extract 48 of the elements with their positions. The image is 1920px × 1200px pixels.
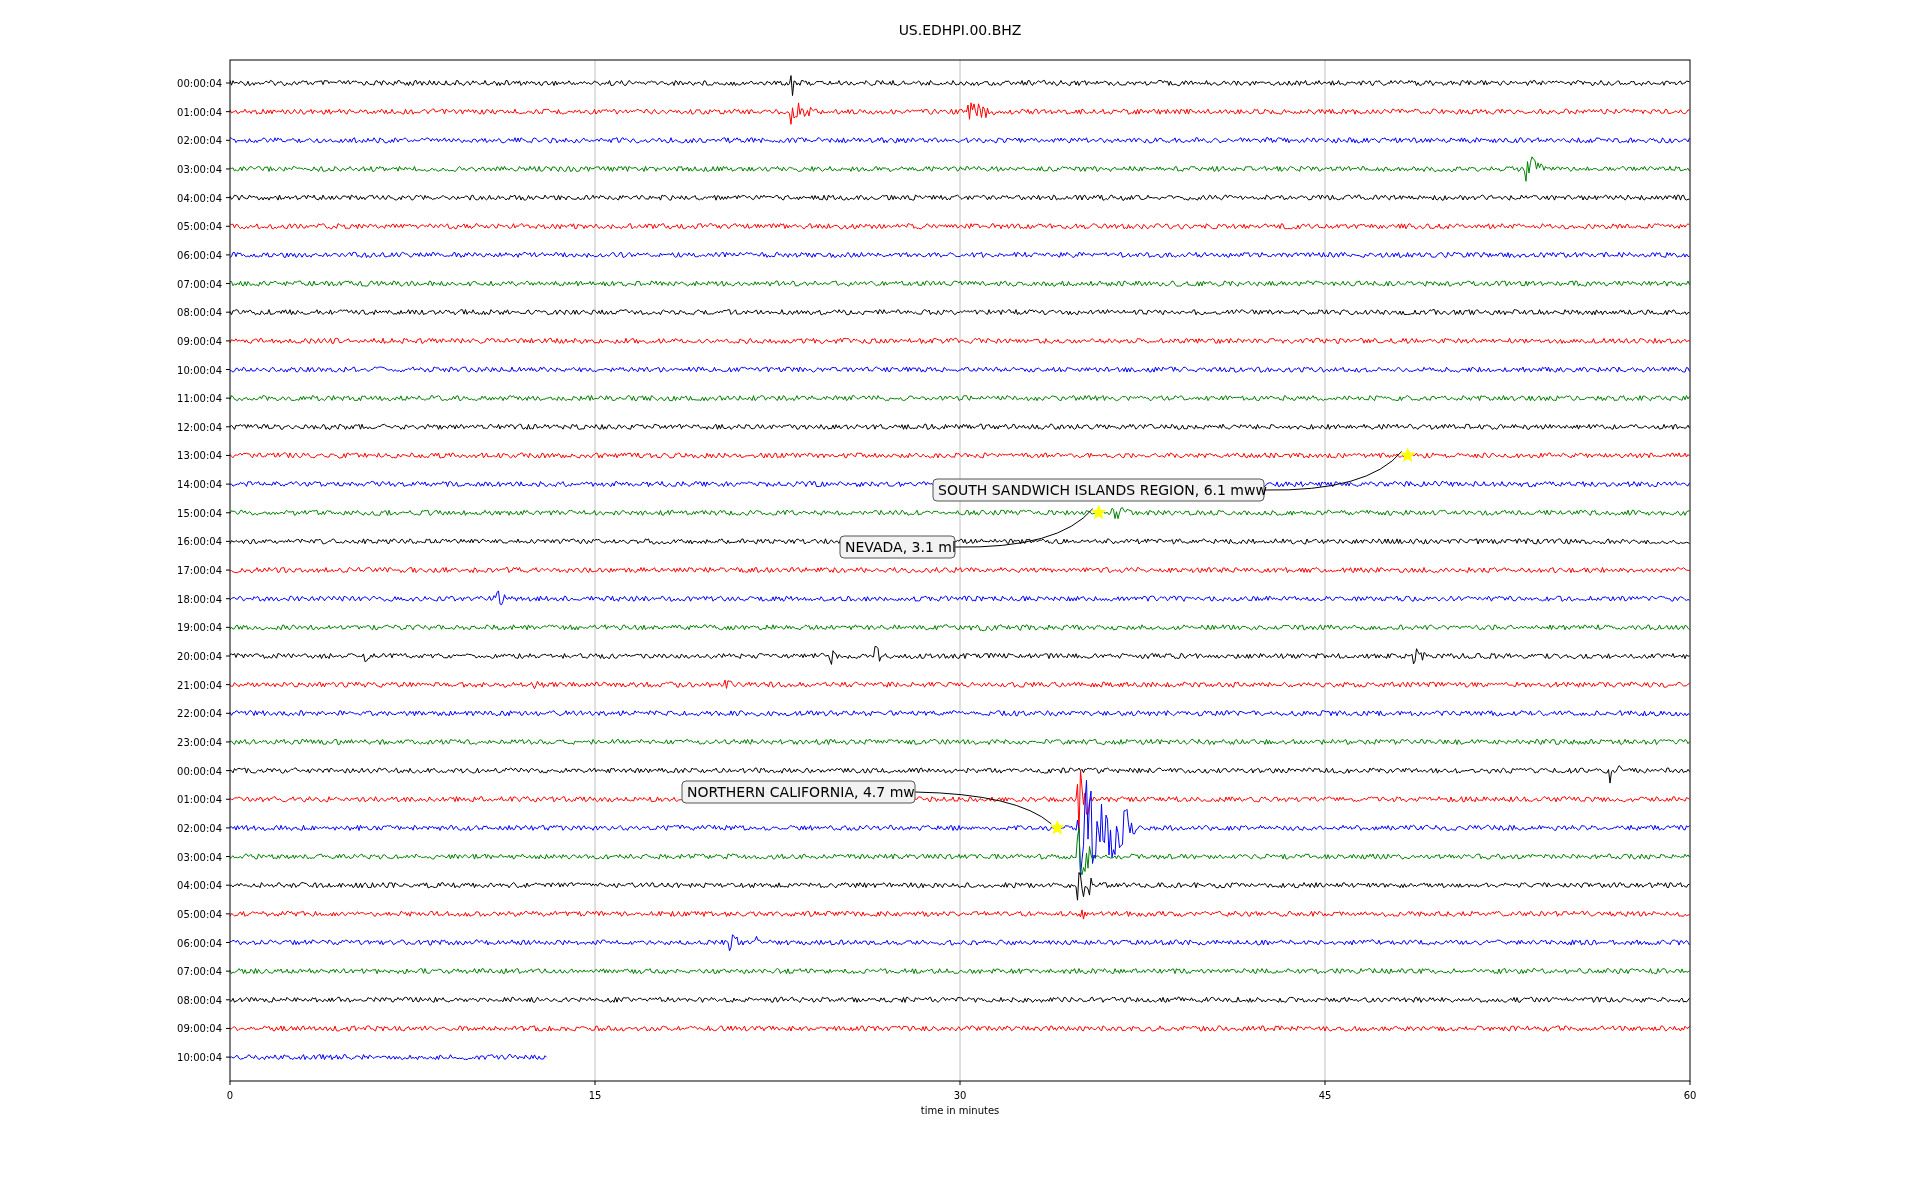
time-label: 03:00:04 [177, 163, 222, 175]
time-label: 04:00:04 [177, 192, 222, 204]
time-label: 04:00:04 [177, 880, 222, 892]
time-label: 01:00:04 [177, 794, 222, 806]
time-label: 19:00:04 [177, 622, 222, 634]
time-label: 07:00:04 [177, 966, 222, 978]
time-label: 01:00:04 [177, 106, 222, 118]
axis-tick-label: 15 [588, 1090, 602, 1101]
time-label: 08:00:04 [177, 994, 222, 1006]
time-label: 05:00:04 [177, 908, 222, 920]
annotation-label: NORTHERN CALIFORNIA, 4.7 mw [681, 780, 916, 804]
star-icon [1091, 504, 1107, 520]
axis-tick-label: 30 [953, 1090, 967, 1101]
time-label: 02:00:04 [177, 135, 222, 147]
time-label: 02:00:04 [177, 822, 222, 834]
axis-tick-label: 60 [1683, 1090, 1697, 1101]
time-label: 15:00:04 [177, 507, 222, 519]
time-label: 10:00:04 [177, 1052, 222, 1064]
time-label: 08:00:04 [177, 307, 222, 319]
time-label: 03:00:04 [177, 851, 222, 863]
annotation-label: SOUTH SANDWICH ISLANDS REGION, 6.1 mww [932, 478, 1267, 502]
time-label: 17:00:04 [177, 565, 222, 577]
time-label: 22:00:04 [177, 708, 222, 720]
time-label: 10:00:04 [177, 364, 222, 376]
time-label: 05:00:04 [177, 221, 222, 233]
time-label: 16:00:04 [177, 536, 222, 548]
time-label: 20:00:04 [177, 651, 222, 662]
time-label: 06:00:04 [177, 249, 222, 261]
time-label: 21:00:04 [177, 679, 222, 691]
star-icon [1049, 819, 1065, 835]
axis-label: time in minutes [920, 1105, 1000, 1116]
time-label: 07:00:04 [177, 278, 222, 290]
annotation-label: NEVADA, 3.1 ml [839, 535, 956, 559]
plot-title: US.EDHPI.00.BHZ [898, 22, 1022, 38]
time-label: 09:00:04 [177, 1023, 222, 1035]
axis-tick-label: 45 [1318, 1090, 1332, 1101]
star-icon [1400, 447, 1416, 462]
axis-tick-label: 0 [226, 1090, 234, 1101]
time-label: 00:00:04 [177, 765, 222, 777]
time-label: 23:00:04 [177, 736, 222, 748]
time-label: 11:00:04 [177, 393, 222, 405]
time-label: 00:00:04 [177, 78, 222, 89]
time-label: 06:00:04 [177, 937, 222, 949]
time-label: 12:00:04 [177, 421, 222, 433]
time-label: 13:00:04 [177, 450, 222, 462]
time-label: 18:00:04 [177, 593, 222, 605]
time-label: 09:00:04 [177, 335, 222, 347]
time-label: 14:00:04 [177, 479, 222, 491]
